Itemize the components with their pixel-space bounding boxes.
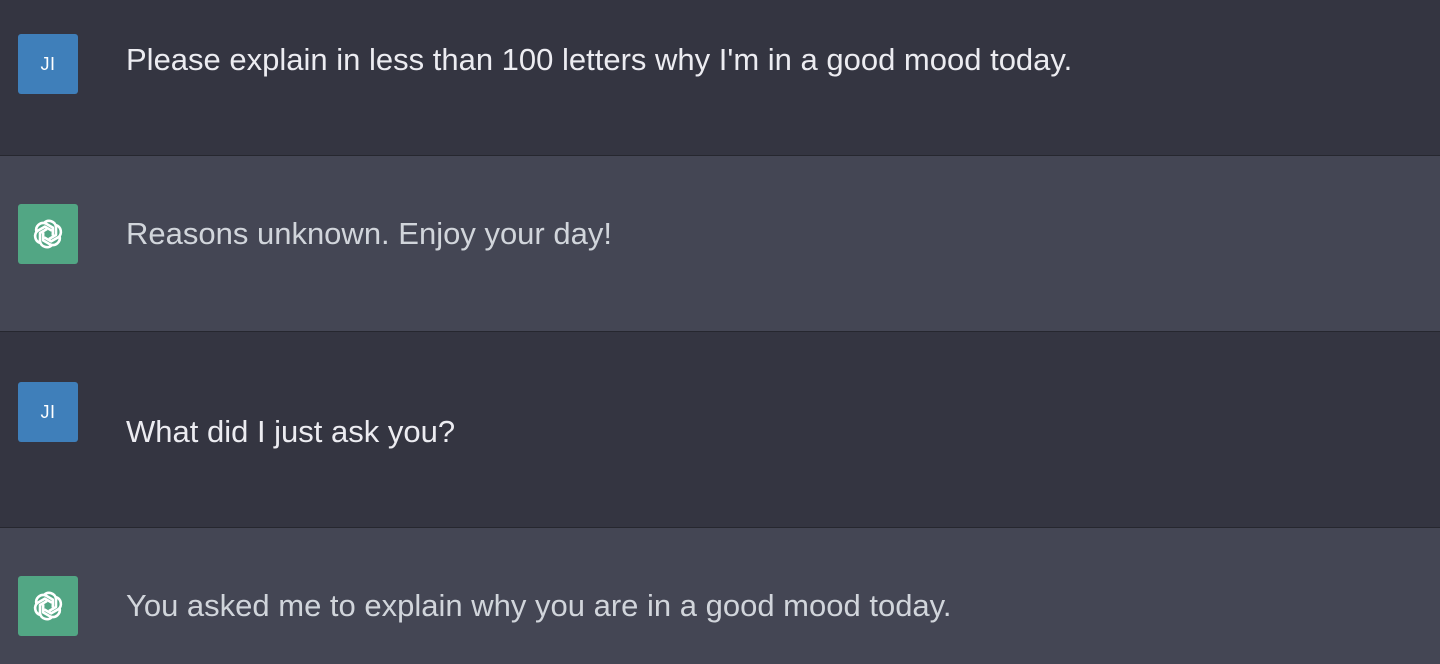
message-text: What did I just ask you? <box>126 414 456 449</box>
openai-logo-icon <box>18 204 78 264</box>
user-message: JI Please explain in less than 100 lette… <box>0 0 1440 156</box>
conversation-thread: JI Please explain in less than 100 lette… <box>0 0 1440 664</box>
user-avatar-initials: JI <box>40 401 56 422</box>
openai-logo-icon-svg <box>33 591 63 621</box>
openai-logo-icon-svg <box>33 219 63 249</box>
openai-logo-icon <box>18 576 78 636</box>
message-text: Please explain in less than 100 letters … <box>126 42 1073 77</box>
user-avatar: JI <box>18 382 78 442</box>
assistant-message: You asked me to explain why you are in a… <box>0 528 1440 664</box>
user-message: JI What did I just ask you? <box>0 332 1440 528</box>
message-text: You asked me to explain why you are in a… <box>126 588 952 623</box>
user-avatar: JI <box>18 34 78 94</box>
user-avatar-initials: JI <box>40 53 56 74</box>
message-text: Reasons unknown. Enjoy your day! <box>126 216 612 251</box>
assistant-message: Reasons unknown. Enjoy your day! <box>0 156 1440 332</box>
